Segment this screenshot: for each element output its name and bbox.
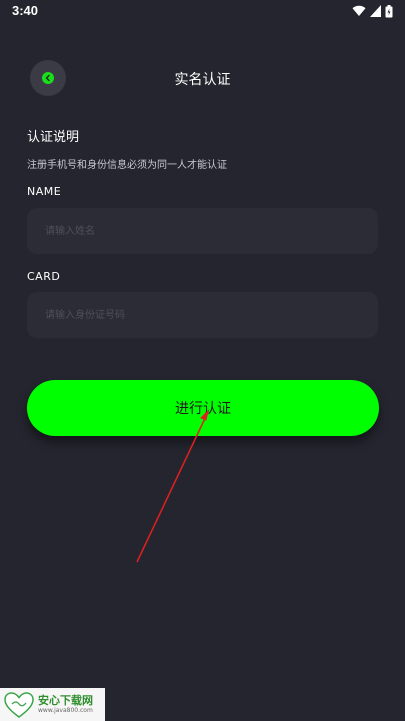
section-title: 认证说明 bbox=[27, 130, 80, 145]
wifi-icon bbox=[352, 5, 366, 17]
heart-logo-icon bbox=[4, 691, 34, 718]
name-field[interactable] bbox=[27, 208, 378, 254]
watermark-name: 安心下载网 bbox=[38, 694, 93, 707]
section-description: 注册手机号和身份信息必须为同一人才能认证 bbox=[27, 160, 227, 171]
card-field[interactable] bbox=[27, 292, 378, 338]
watermark-text: 安心下载网 www.java800.com bbox=[38, 695, 93, 714]
card-label: CARD bbox=[27, 270, 61, 283]
name-input[interactable] bbox=[43, 224, 362, 238]
name-label: NAME bbox=[27, 185, 62, 198]
card-input[interactable] bbox=[43, 308, 362, 322]
status-time: 3:40 bbox=[12, 3, 39, 18]
status-bar: 3:40 bbox=[0, 0, 405, 24]
battery-icon bbox=[385, 4, 393, 17]
verify-button[interactable]: 进行认证 bbox=[27, 380, 379, 436]
site-watermark: 安心下载网 www.java800.com bbox=[0, 688, 105, 721]
status-icons bbox=[352, 4, 393, 18]
real-name-auth-screen: 3:40 实名认证 认证说明 注册手机号和身份信息必须为同一人才能认证 NAME bbox=[0, 0, 405, 721]
annotation-arrow bbox=[136, 409, 209, 563]
verify-button-label: 进行认证 bbox=[175, 401, 231, 417]
signal-icon bbox=[370, 5, 381, 17]
page-title: 实名认证 bbox=[174, 72, 231, 88]
watermark-url: www.java800.com bbox=[38, 707, 93, 714]
